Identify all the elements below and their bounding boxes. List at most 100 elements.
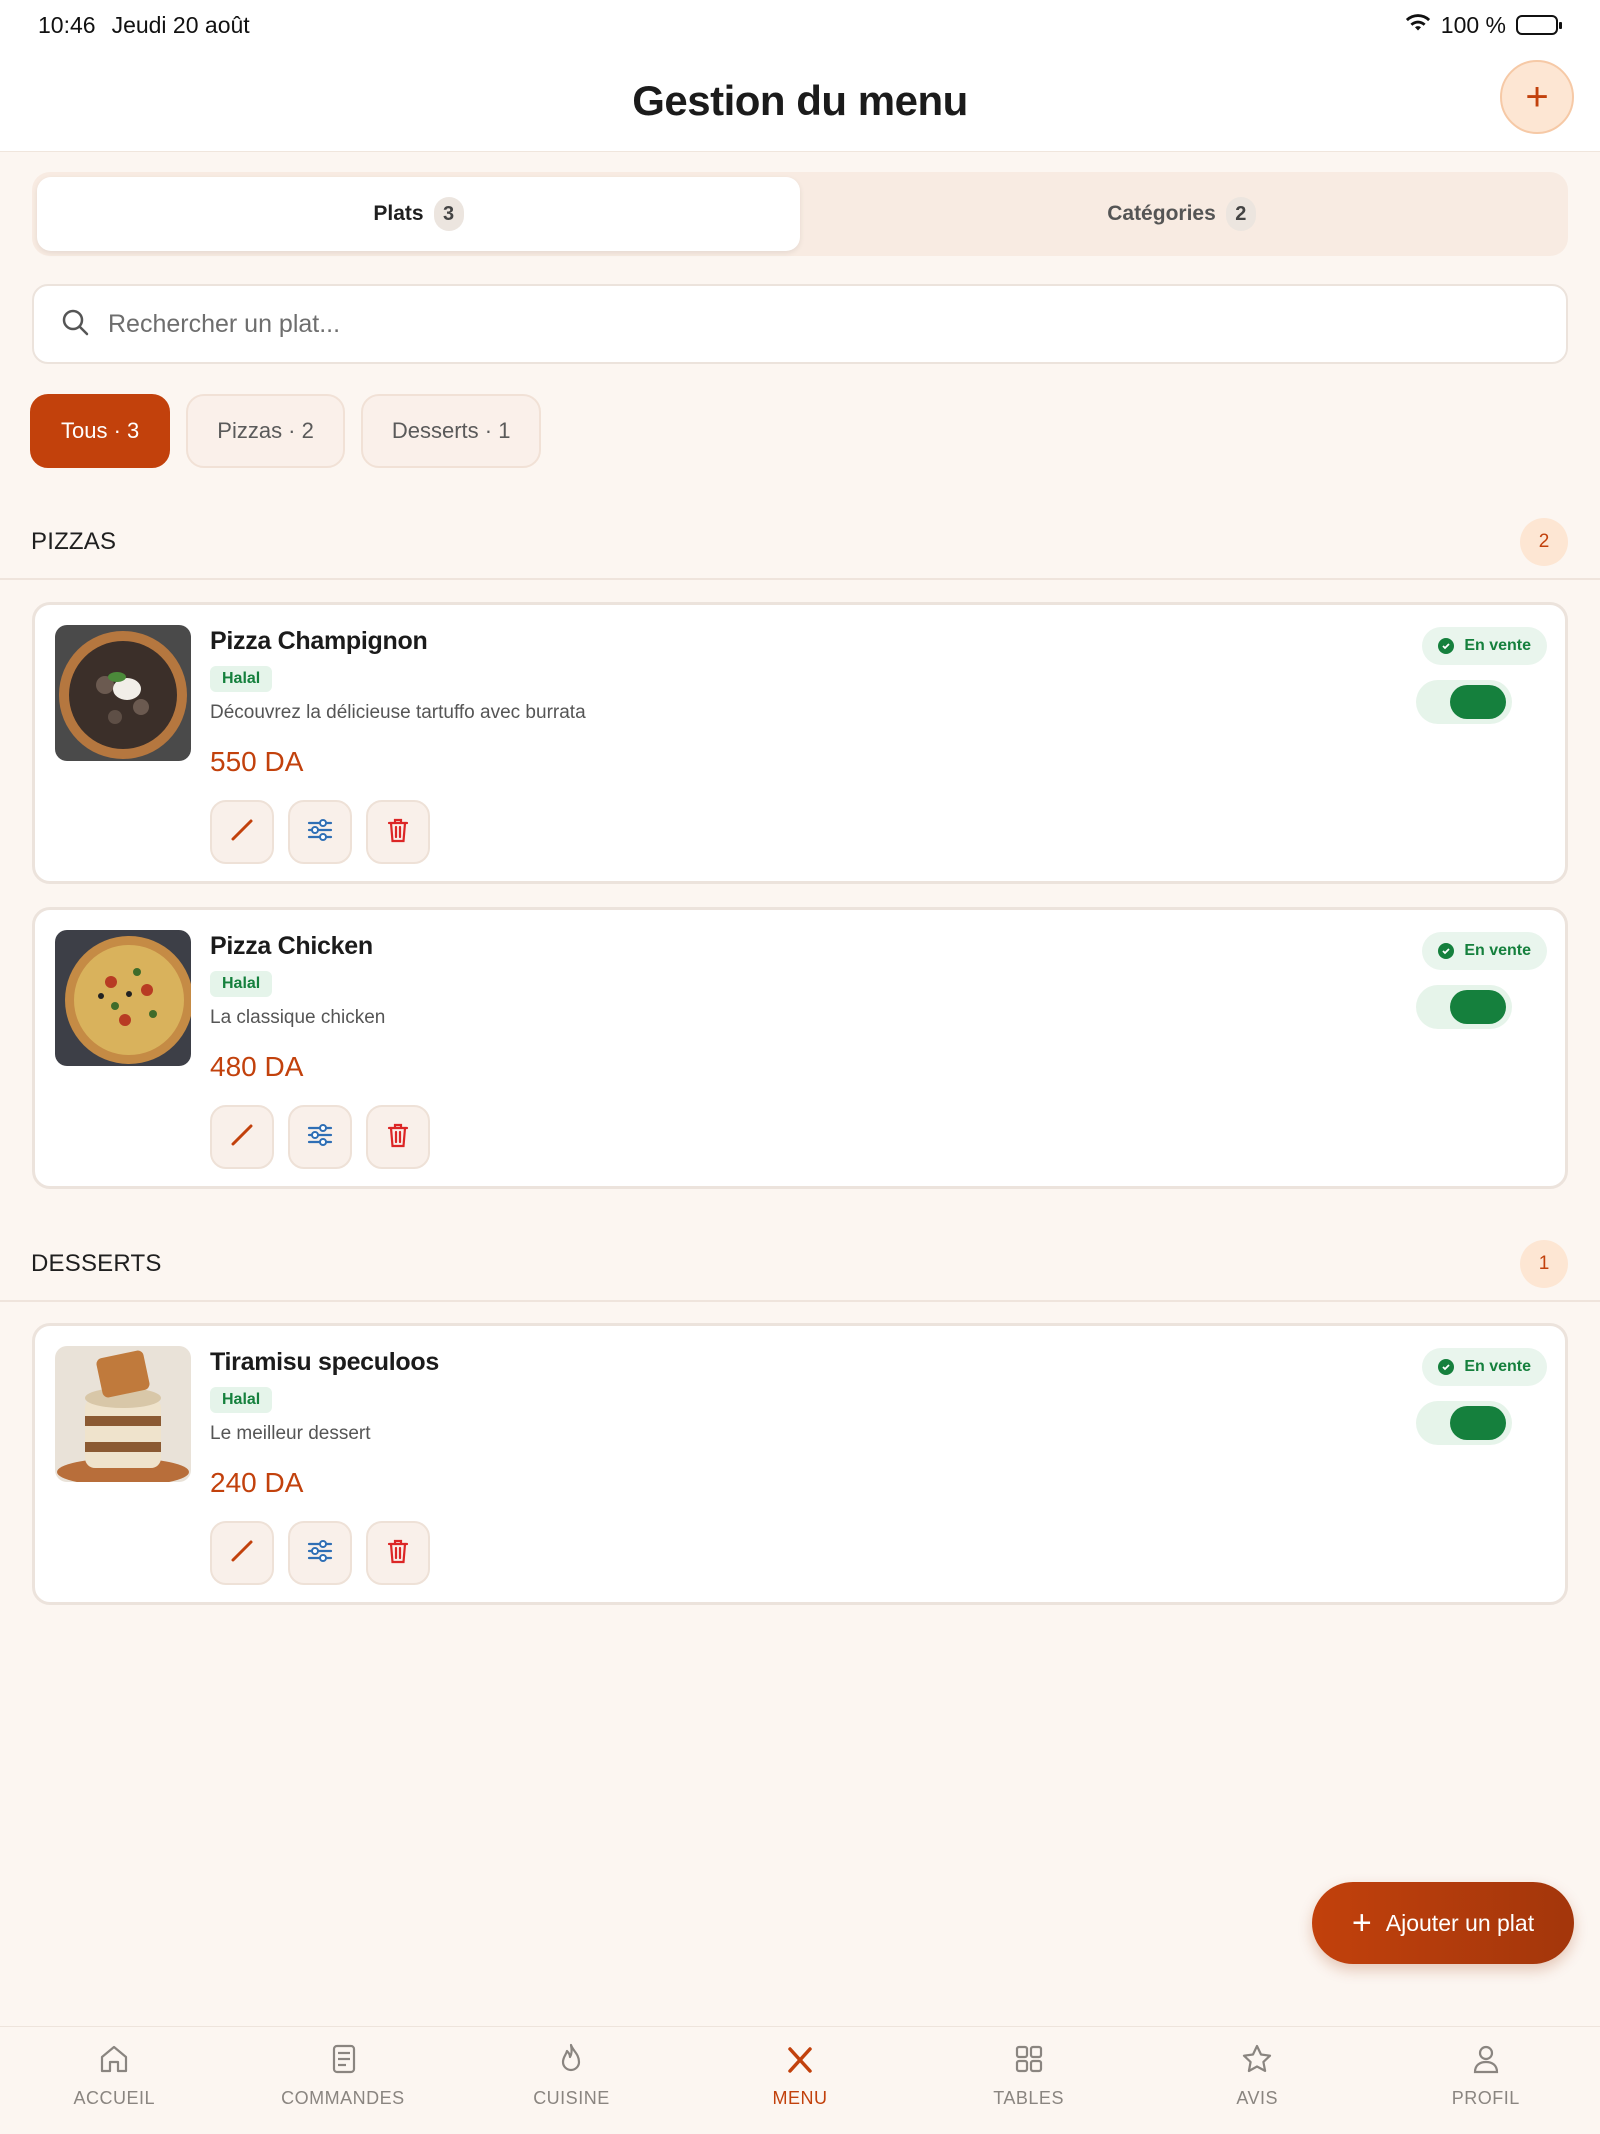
tab-label: COMMANDES (281, 2088, 405, 2108)
trash-icon (383, 1120, 413, 1155)
tab-label: MENU (772, 2088, 828, 2108)
trash-icon (383, 815, 413, 850)
dish-description: Découvrez la délicieuse tartuffo avec bu… (210, 702, 586, 723)
flame-icon (553, 2041, 589, 2082)
delete-button[interactable] (366, 1105, 430, 1169)
filter-chip-desserts[interactable]: Desserts · 1 (360, 394, 542, 468)
options-button[interactable] (288, 800, 352, 864)
tab-label: CUISINE (533, 2088, 610, 2108)
user-icon (1468, 2041, 1504, 2082)
section-header-desserts: DESSERTS 1 (0, 1240, 1600, 1302)
halal-badge: Halal (210, 971, 273, 997)
battery-label: 100 % (1440, 11, 1506, 38)
page-title: Gestion du menu (632, 76, 968, 124)
options-button[interactable] (288, 1105, 352, 1169)
sliders-icon (305, 1536, 335, 1571)
status-label: En vente (1464, 942, 1531, 959)
search-icon (60, 307, 90, 342)
plus-icon: + (1351, 1904, 1372, 1942)
dish-price: 240 DA (210, 1467, 304, 1498)
dish-info: Pizza Champignon Halal Découvrez la déli… (210, 627, 586, 778)
toggle-knob (1450, 685, 1506, 719)
toggle-knob (1450, 990, 1506, 1024)
wifi-icon (1405, 12, 1431, 39)
add-button[interactable]: + (1500, 60, 1574, 134)
edit-button[interactable] (210, 1521, 274, 1585)
section-title: PIZZAS (31, 528, 117, 555)
status-badge: En vente (1422, 1348, 1547, 1386)
dish-actions (210, 1105, 430, 1169)
dish-actions (210, 1521, 430, 1585)
tab-plats-count: 3 (433, 197, 464, 231)
dish-card[interactable]: Pizza Champignon Halal Découvrez la déli… (32, 602, 1568, 884)
add-dish-label: Ajouter un plat (1385, 1909, 1535, 1936)
status-time: 10:46 (38, 11, 96, 38)
bottom-tab-bar: ACCUEIL COMMANDES CUISINE MENU TABLES AV… (0, 2026, 1600, 2134)
status-bar: 10:46 Jeudi 20 août 100 % (0, 0, 1600, 50)
receipt-icon (325, 2041, 361, 2082)
grid-icon (1011, 2041, 1047, 2082)
tab-categories-count: 2 (1225, 197, 1256, 231)
tab-accueil[interactable]: ACCUEIL (0, 2027, 229, 2134)
edit-button[interactable] (210, 800, 274, 864)
halal-badge: Halal (210, 1387, 273, 1413)
pencil-icon (227, 1536, 257, 1571)
dish-image (55, 930, 191, 1066)
status-label: En vente (1464, 1358, 1531, 1375)
pencil-icon (227, 1120, 257, 1155)
tab-profil[interactable]: PROFIL (1371, 2027, 1600, 2134)
tab-commandes[interactable]: COMMANDES (229, 2027, 458, 2134)
tab-avis[interactable]: AVIS (1143, 2027, 1372, 2134)
filter-chips: Tous · 3 Pizzas · 2 Desserts · 1 (30, 394, 542, 468)
search-input[interactable] (108, 309, 1540, 339)
tab-cuisine[interactable]: CUISINE (457, 2027, 686, 2134)
tab-label: TABLES (993, 2088, 1064, 2108)
star-icon (1239, 2041, 1275, 2082)
tab-tables[interactable]: TABLES (914, 2027, 1143, 2134)
dish-price: 550 DA (210, 746, 304, 777)
tab-label: PROFIL (1451, 2088, 1520, 2108)
filter-chip-pizzas[interactable]: Pizzas · 2 (186, 394, 345, 468)
halal-badge: Halal (210, 666, 273, 692)
check-icon (1438, 638, 1455, 654)
delete-button[interactable] (366, 1521, 430, 1585)
dish-name: Tiramisu speculoos (210, 1348, 439, 1376)
availability-toggle[interactable] (1416, 680, 1512, 724)
section-count-badge: 2 (1520, 518, 1568, 566)
section-title: DESSERTS (31, 1250, 162, 1277)
dish-card[interactable]: Pizza Chicken Halal La classique chicken… (32, 907, 1568, 1189)
pencil-icon (227, 815, 257, 850)
dish-card[interactable]: Tiramisu speculoos Halal Le meilleur des… (32, 1323, 1568, 1605)
sliders-icon (305, 1120, 335, 1155)
dish-description: Le meilleur dessert (210, 1423, 371, 1444)
status-badge: En vente (1422, 627, 1547, 665)
tab-plats[interactable]: Plats 3 (37, 177, 800, 251)
sliders-icon (305, 815, 335, 850)
section-count-badge: 1 (1520, 1240, 1568, 1288)
section-header-pizzas: PIZZAS 2 (0, 518, 1600, 580)
tab-categories-label: Catégories (1107, 202, 1216, 225)
tab-label: ACCUEIL (73, 2088, 156, 2108)
utensils-icon (782, 2041, 818, 2082)
dish-price: 480 DA (210, 1051, 304, 1082)
tab-label: AVIS (1236, 2088, 1279, 2108)
delete-button[interactable] (366, 800, 430, 864)
dish-name: Pizza Chicken (210, 932, 373, 960)
options-button[interactable] (288, 1521, 352, 1585)
filter-chip-tous[interactable]: Tous · 3 (30, 394, 171, 468)
edit-button[interactable] (210, 1105, 274, 1169)
tab-menu[interactable]: MENU (686, 2027, 915, 2134)
header: Gestion du menu + (0, 50, 1600, 152)
availability-toggle[interactable] (1416, 1401, 1512, 1445)
dish-image (55, 625, 191, 761)
toggle-knob (1450, 1406, 1506, 1440)
dish-info: Pizza Chicken Halal La classique chicken… (210, 932, 385, 1083)
segmented-control: Plats 3 Catégories 2 (32, 172, 1568, 256)
availability-toggle[interactable] (1416, 985, 1512, 1029)
dish-description: La classique chicken (210, 1007, 386, 1028)
check-icon (1438, 1359, 1455, 1375)
tab-categories[interactable]: Catégories 2 (800, 177, 1563, 251)
add-dish-button[interactable]: + Ajouter un plat (1312, 1882, 1574, 1964)
battery-icon (1516, 15, 1562, 35)
trash-icon (383, 1536, 413, 1571)
